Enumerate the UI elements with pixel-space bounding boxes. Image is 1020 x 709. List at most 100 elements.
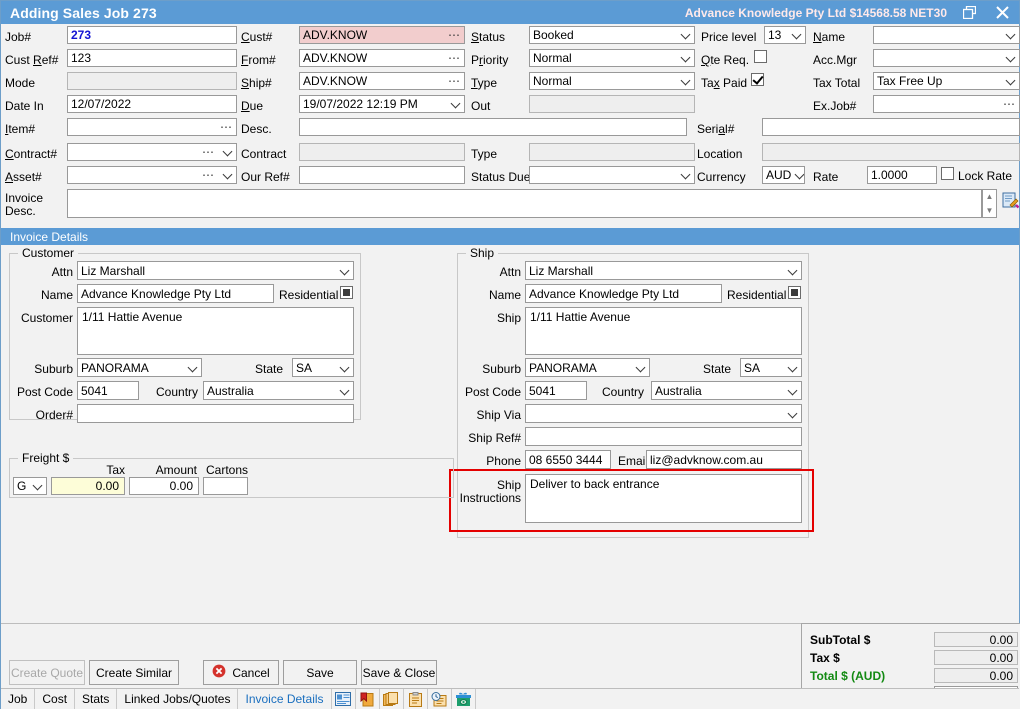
invoice-desc-scroll-arrows[interactable]: ▲ ▼	[982, 189, 997, 218]
ship-phone-field[interactable]: 08 6550 3444	[525, 450, 611, 469]
ellipsis-icon[interactable]: ⋯	[444, 29, 461, 41]
ship-via-select[interactable]	[525, 404, 802, 423]
from-number-field[interactable]: ADV.KNOW ⋯	[299, 49, 465, 67]
ex-job-number-field[interactable]: ⋯	[873, 95, 1020, 113]
freight-amount-field[interactable]: 0.00	[129, 477, 199, 495]
freight-cartons-field[interactable]	[203, 477, 248, 495]
ship-email-field[interactable]: liz@advknow.com.au	[646, 450, 802, 469]
customer-postcode-field[interactable]: 5041	[77, 381, 139, 400]
ship-suburb-select[interactable]: PANORAMA	[525, 358, 650, 377]
freight-tax-field[interactable]: 0.00	[51, 477, 125, 495]
ship-number-field[interactable]: ADV.KNOW ⋯	[299, 72, 465, 90]
cust-ref-field[interactable]: 123	[67, 49, 237, 67]
payment-gift-icon[interactable]	[452, 689, 476, 709]
details-card-icon[interactable]	[332, 689, 356, 709]
clipboard-list-icon[interactable]	[404, 689, 428, 709]
ellipsis-icon[interactable]: ⋯	[999, 98, 1016, 110]
clipboard-red-icon[interactable]	[356, 689, 380, 709]
customer-order-field[interactable]	[77, 404, 354, 423]
customer-state-select[interactable]: SA	[292, 358, 354, 377]
customer-suburb-select[interactable]: PANORAMA	[77, 358, 202, 377]
chevron-down-icon[interactable]	[336, 362, 350, 374]
job-number-field[interactable]: 273	[67, 26, 237, 44]
chevron-down-icon[interactable]	[336, 385, 350, 397]
customer-attn-select[interactable]: Liz Marshall	[77, 261, 354, 280]
due-field[interactable]: 19/07/2022 12:19 PM	[299, 95, 465, 113]
chevron-down-icon[interactable]	[784, 265, 798, 277]
customer-country-select[interactable]: Australia	[203, 381, 354, 400]
type-select[interactable]: Normal	[529, 72, 695, 90]
tax-paid-checkbox[interactable]	[751, 73, 764, 86]
name-contact-select[interactable]	[873, 26, 1020, 44]
history-log-icon[interactable]	[428, 689, 452, 709]
status-select[interactable]: Booked	[529, 26, 695, 44]
tax-total-select[interactable]: Tax Free Up	[873, 72, 1020, 90]
chevron-down-icon[interactable]	[677, 75, 691, 87]
close-icon[interactable]	[991, 2, 1013, 23]
ship-postcode-field[interactable]: 5041	[525, 381, 587, 400]
create-similar-button[interactable]: Create Similar	[89, 660, 179, 685]
ellipsis-icon[interactable]: ⋯	[444, 52, 461, 64]
ship-residential-checkbox[interactable]	[788, 286, 801, 299]
chevron-down-icon[interactable]	[219, 169, 233, 181]
chevron-down-icon[interactable]	[677, 29, 691, 41]
priority-select[interactable]: Normal	[529, 49, 695, 67]
chevron-down-icon[interactable]	[1002, 75, 1016, 87]
invoice-desc-textarea[interactable]	[67, 189, 982, 218]
chevron-down-icon[interactable]	[791, 169, 805, 181]
qte-req-checkbox[interactable]	[754, 50, 767, 63]
asset-number-field[interactable]: ⋯	[67, 166, 237, 184]
chevron-down-icon[interactable]	[219, 146, 233, 158]
ship-attn-select[interactable]: Liz Marshall	[525, 261, 802, 280]
customer-residential-checkbox[interactable]	[340, 286, 353, 299]
create-quote-button[interactable]: Create Quote	[9, 660, 85, 685]
chevron-down-icon[interactable]	[1002, 52, 1016, 64]
note-edit-icon[interactable]	[1002, 192, 1019, 212]
ship-name-field[interactable]: Advance Knowledge Pty Ltd	[525, 284, 722, 303]
ellipsis-icon[interactable]: ⋯	[444, 75, 461, 87]
our-ref-field[interactable]	[299, 166, 465, 184]
restore-icon[interactable]	[958, 2, 980, 23]
chevron-down-icon[interactable]	[784, 408, 798, 420]
chevron-down-icon[interactable]	[29, 480, 43, 492]
customer-name-field[interactable]: Advance Knowledge Pty Ltd	[77, 284, 274, 303]
scroll-down-icon[interactable]: ▼	[986, 206, 994, 215]
chevron-down-icon[interactable]	[788, 29, 802, 41]
tab-cost[interactable]: Cost	[35, 689, 75, 709]
save-button[interactable]: Save	[283, 660, 357, 685]
ship-ref-field[interactable]	[525, 427, 802, 446]
chevron-down-icon[interactable]	[677, 52, 691, 64]
ship-address-textarea[interactable]: 1/11 Hattie Avenue	[525, 307, 802, 355]
ellipsis-icon[interactable]: ⋯	[198, 169, 215, 181]
copy-pages-icon[interactable]	[380, 689, 404, 709]
cust-number-field[interactable]: ADV.KNOW ⋯	[299, 26, 465, 44]
cancel-button[interactable]: Cancel	[203, 660, 279, 685]
chevron-down-icon[interactable]	[1002, 29, 1016, 41]
chevron-down-icon[interactable]	[784, 362, 798, 374]
currency-select[interactable]: AUD	[762, 166, 805, 184]
status-due-select[interactable]	[529, 166, 695, 184]
date-in-field[interactable]: 12/07/2022	[67, 95, 237, 113]
chevron-down-icon[interactable]	[677, 169, 691, 181]
serial-number-field[interactable]	[762, 118, 1020, 136]
tab-job[interactable]: Job	[1, 689, 35, 709]
chevron-down-icon[interactable]	[632, 362, 646, 374]
item-number-field[interactable]: ⋯	[67, 118, 237, 136]
customer-address-textarea[interactable]: 1/11 Hattie Avenue	[77, 307, 354, 355]
freight-code-select[interactable]: G	[13, 477, 47, 495]
chevron-down-icon[interactable]	[336, 265, 350, 277]
lock-rate-checkbox[interactable]	[941, 167, 954, 180]
acc-mgr-select[interactable]	[873, 49, 1020, 67]
ship-state-select[interactable]: SA	[740, 358, 802, 377]
scroll-up-icon[interactable]: ▲	[986, 192, 994, 201]
save-and-close-button[interactable]: Save & Close	[361, 660, 437, 685]
price-level-select[interactable]: 13	[764, 26, 806, 44]
ellipsis-icon[interactable]: ⋯	[198, 146, 215, 158]
rate-field[interactable]: 1.0000	[867, 166, 937, 184]
contract-number-field[interactable]: ⋯	[67, 143, 237, 161]
chevron-down-icon[interactable]	[784, 385, 798, 397]
chevron-down-icon[interactable]	[184, 362, 198, 374]
chevron-down-icon[interactable]	[447, 98, 461, 110]
desc-field[interactable]	[299, 118, 687, 136]
tab-invoice-details[interactable]: Invoice Details	[238, 689, 331, 709]
